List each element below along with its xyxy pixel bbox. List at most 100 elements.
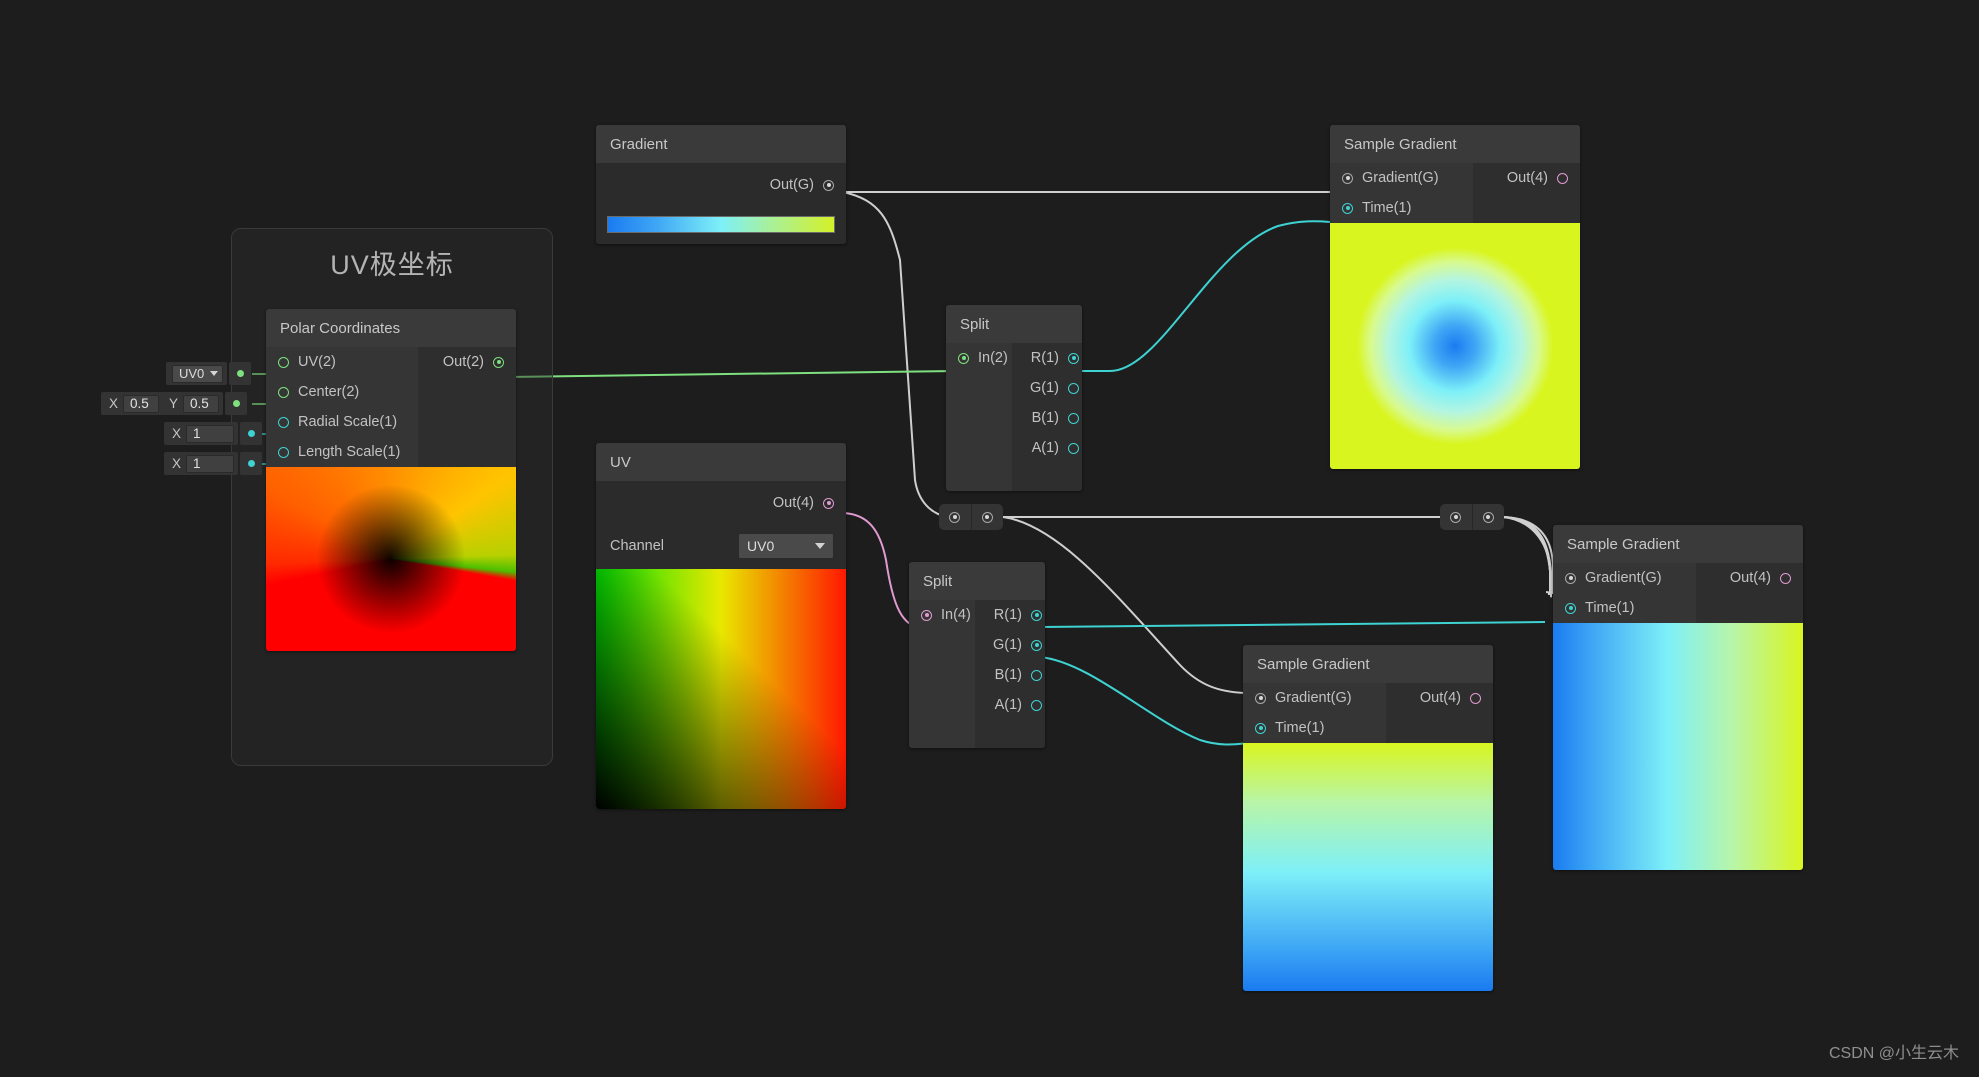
node-split-bottom[interactable]: Split In(4) R(1) G(1) B(1): [909, 562, 1045, 748]
input-ports: Gradient(G) Time(1): [1553, 563, 1696, 623]
port-b[interactable]: B(1): [1012, 403, 1082, 433]
port-gradient[interactable]: Gradient(G): [1330, 163, 1473, 193]
port-time[interactable]: Time(1): [1330, 193, 1473, 223]
port-in[interactable]: In(4): [909, 600, 975, 630]
channel-dropdown[interactable]: UV0: [738, 533, 834, 559]
node-body: UV(2) Center(2) Radial Scale(1) Length S…: [266, 347, 516, 467]
node-sample-gradient-1[interactable]: Sample Gradient Gradient(G) Time(1) Out(…: [1330, 125, 1580, 469]
watermark: CSDN @小生云木: [1829, 1039, 1959, 1063]
port-time[interactable]: Time(1): [1553, 593, 1696, 623]
input-ports: Gradient(G) Time(1): [1243, 683, 1386, 743]
property-uv-channel[interactable]: UV0: [166, 362, 251, 385]
node-gradient[interactable]: Gradient Out(G): [596, 125, 846, 244]
reroute-output-port[interactable]: [1473, 504, 1505, 530]
port-dot-icon: [1068, 443, 1079, 454]
port-length-scale[interactable]: Length Scale(1): [266, 437, 418, 467]
port-out[interactable]: Out(4): [1473, 163, 1580, 193]
port-dot-icon: [1068, 383, 1079, 394]
length-scale-port[interactable]: [240, 452, 262, 475]
property-center[interactable]: X 0.5 Y 0.5: [101, 392, 247, 415]
port-g[interactable]: G(1): [1012, 373, 1082, 403]
output-ports: Out(G): [596, 163, 846, 207]
center-y-input[interactable]: 0.5: [183, 395, 219, 413]
port-dot-icon: [1068, 353, 1079, 364]
uv-channel-port[interactable]: [229, 362, 251, 385]
port-gradient[interactable]: Gradient(G): [1243, 683, 1386, 713]
port-dot-icon: [248, 430, 255, 437]
channel-field-row[interactable]: Channel UV0: [596, 525, 846, 569]
port-label: G(1): [1012, 380, 1059, 396]
port-time[interactable]: Time(1): [1243, 713, 1386, 743]
node-sample-gradient-2[interactable]: Sample Gradient Gradient(G) Time(1) Out(…: [1553, 525, 1803, 870]
group-title: UV极坐标: [232, 243, 552, 282]
port-label: Out(4): [755, 495, 814, 511]
port-radial-scale[interactable]: Radial Scale(1): [266, 407, 418, 437]
node-preview: [1553, 623, 1803, 870]
port-label: In(2): [978, 350, 1010, 366]
port-center[interactable]: Center(2): [266, 377, 418, 407]
port-r[interactable]: R(1): [975, 600, 1045, 630]
channel-label: Channel: [610, 538, 664, 554]
length-scale-row[interactable]: X 1: [164, 452, 238, 475]
node-body: In(4) R(1) G(1) B(1) A(1): [909, 600, 1045, 748]
property-radial-scale[interactable]: X 1: [164, 422, 262, 445]
center-port[interactable]: [225, 392, 247, 415]
gradient-swatch-wrap[interactable]: [596, 207, 846, 244]
radial-scale-port[interactable]: [240, 422, 262, 445]
port-out[interactable]: Out(4): [1386, 683, 1493, 713]
reroute-right[interactable]: [1440, 504, 1504, 530]
reroute-left[interactable]: [939, 504, 1003, 530]
node-polar-coordinates[interactable]: Polar Coordinates UV(2) Center(2) Radial…: [266, 309, 516, 651]
node-split-top[interactable]: Split In(2) R(1) G(1) B(1): [946, 305, 1082, 491]
port-dot-icon: [1342, 173, 1353, 184]
port-r[interactable]: R(1): [1012, 343, 1082, 373]
port-dot-icon: [1565, 603, 1576, 614]
center-row[interactable]: X 0.5 Y 0.5: [101, 392, 223, 415]
port-dot-icon: [1483, 512, 1494, 523]
port-g[interactable]: G(1): [975, 630, 1045, 660]
port-a[interactable]: A(1): [1012, 433, 1082, 463]
port-b[interactable]: B(1): [975, 660, 1045, 690]
output-ports: Out(4): [1386, 683, 1493, 743]
port-label: Time(1): [1585, 600, 1656, 616]
property-length-scale[interactable]: X 1: [164, 452, 262, 475]
node-sample-gradient-3[interactable]: Sample Gradient Gradient(G) Time(1) Out(…: [1243, 645, 1493, 991]
node-uv[interactable]: UV Out(4) Channel UV0: [596, 443, 846, 809]
port-dot-icon: [823, 498, 834, 509]
port-label: Out(2): [425, 354, 484, 370]
port-out[interactable]: Out(2): [418, 347, 516, 377]
port-dot-icon: [1031, 610, 1042, 621]
radial-scale-row[interactable]: X 1: [164, 422, 238, 445]
port-out[interactable]: Out(G): [596, 163, 846, 207]
node-title: Gradient: [596, 125, 846, 163]
port-out[interactable]: Out(4): [596, 481, 846, 525]
port-out[interactable]: Out(4): [1696, 563, 1803, 593]
radial-scale-input[interactable]: 1: [186, 425, 234, 443]
gradient-swatch[interactable]: [607, 216, 835, 233]
output-ports: Out(4): [596, 481, 846, 525]
port-a[interactable]: A(1): [975, 690, 1045, 720]
port-gradient[interactable]: Gradient(G): [1553, 563, 1696, 593]
port-in[interactable]: In(2): [946, 343, 1012, 373]
port-dot-icon: [1255, 693, 1266, 704]
node-title: Split: [909, 562, 1045, 600]
output-ports: R(1) G(1) B(1) A(1): [975, 600, 1045, 748]
reroute-input-port[interactable]: [1440, 504, 1472, 530]
port-uv[interactable]: UV(2): [266, 347, 418, 377]
reroute-output-port[interactable]: [972, 504, 1004, 530]
port-dot-icon: [1031, 670, 1042, 681]
port-dot-icon: [278, 387, 289, 398]
reroute-input-port[interactable]: [939, 504, 971, 530]
uv-channel-dropdown[interactable]: UV0: [172, 365, 223, 383]
port-label: R(1): [1013, 350, 1059, 366]
port-dot-icon: [1780, 573, 1791, 584]
center-x-input[interactable]: 0.5: [123, 395, 159, 413]
length-scale-input[interactable]: 1: [186, 455, 234, 473]
port-label: In(4): [941, 607, 973, 623]
length-scale-x-label: X: [172, 456, 181, 471]
shader-graph-canvas[interactable]: UV极坐标 UV0 X 0.5 Y 0.5 X 1: [0, 0, 1979, 1077]
uv-channel-value: UV0: [179, 366, 204, 382]
port-dot-icon: [233, 400, 240, 407]
uv-channel-row[interactable]: UV0: [166, 362, 227, 385]
port-dot-icon: [958, 353, 969, 364]
